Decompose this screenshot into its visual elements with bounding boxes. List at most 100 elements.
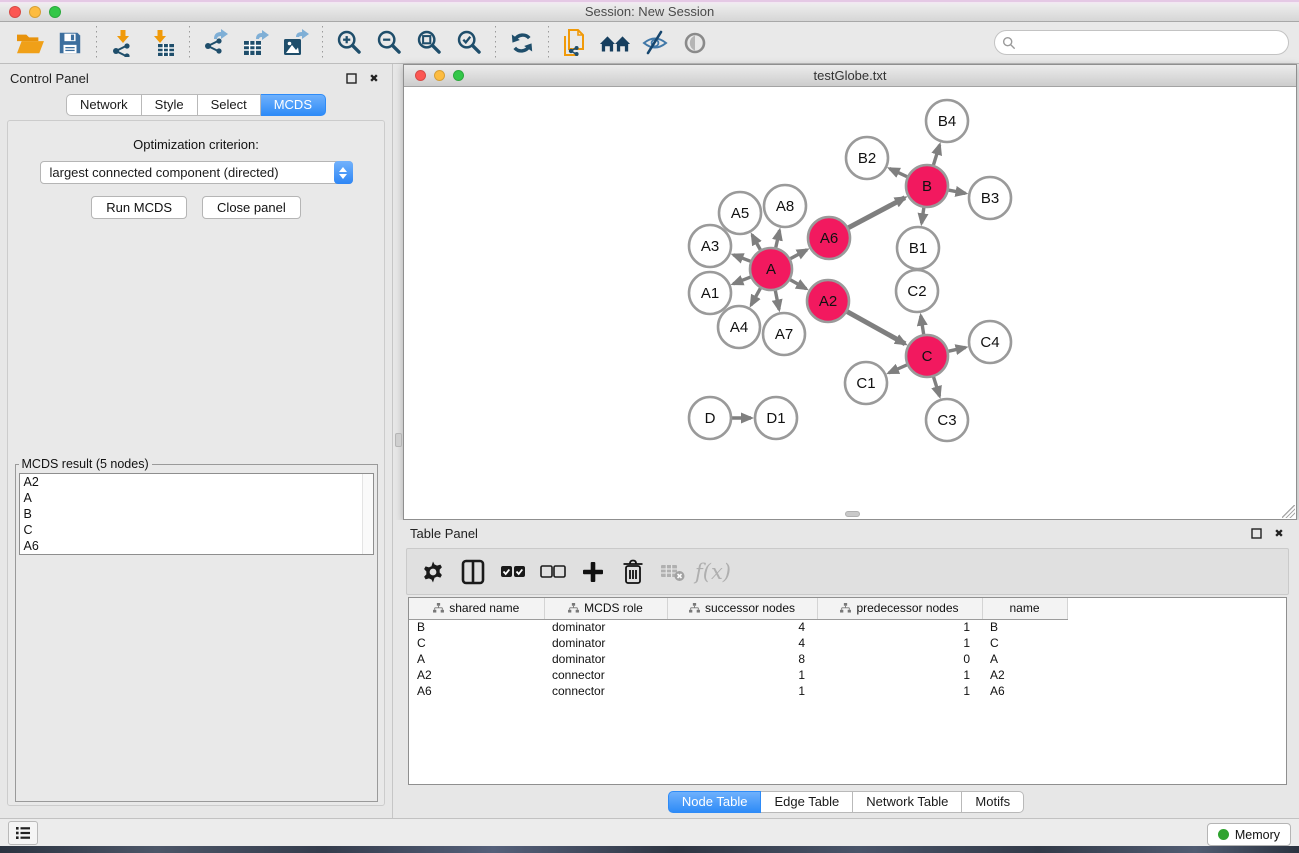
zoom-in-icon[interactable] xyxy=(329,25,369,61)
table-row[interactable]: Adominator80A xyxy=(409,651,1286,667)
cell-shared-name[interactable]: B xyxy=(409,619,544,635)
mcds-list-scrollbar[interactable] xyxy=(362,474,373,554)
network-graph-canvas[interactable]: B4 B2 B B3 A8A5 A6 A3 B1 A A1 C2 A2 A4A7 C4 C C1 D D1 C3 xyxy=(404,88,1296,513)
delete-icon[interactable] xyxy=(615,553,651,591)
cell-name[interactable]: A2 xyxy=(982,667,1067,683)
node-B3[interactable]: B3 xyxy=(969,177,1011,219)
edge-A-A2[interactable] xyxy=(789,279,806,288)
cell-MCDS-role[interactable]: dominator xyxy=(544,651,667,667)
close-panel-icon[interactable]: ✖ xyxy=(366,70,382,86)
edge-A-A7[interactable] xyxy=(775,290,779,310)
cell-name[interactable]: A6 xyxy=(982,683,1067,699)
home-icon[interactable] xyxy=(595,25,635,61)
cell-predecessor-nodes[interactable]: 1 xyxy=(817,683,982,699)
task-history-button[interactable] xyxy=(8,821,38,845)
resize-grip[interactable] xyxy=(1282,505,1295,518)
node-A4[interactable]: A4 xyxy=(718,306,760,348)
mcds-result-list[interactable]: A2ABCA6 xyxy=(19,473,374,555)
node-A7[interactable]: A7 xyxy=(763,313,805,355)
export-image-icon[interactable] xyxy=(276,25,316,61)
table-row[interactable]: A6connector11A6 xyxy=(409,683,1286,699)
node-A6[interactable]: A6 xyxy=(808,217,850,259)
cell-MCDS-role[interactable]: connector xyxy=(544,667,667,683)
edge-A-A3[interactable] xyxy=(733,255,751,262)
tab-network[interactable]: Network xyxy=(66,94,142,116)
gear-icon[interactable] xyxy=(415,553,451,591)
node-B1[interactable]: B1 xyxy=(897,227,939,269)
zoom-selected-icon[interactable] xyxy=(449,25,489,61)
cell-predecessor-nodes[interactable]: 0 xyxy=(817,651,982,667)
node-C2[interactable]: C2 xyxy=(896,270,938,312)
cell-predecessor-nodes[interactable]: 1 xyxy=(817,667,982,683)
zoom-out-icon[interactable] xyxy=(369,25,409,61)
cell-MCDS-role[interactable]: dominator xyxy=(544,619,667,635)
run-mcds-button[interactable]: Run MCDS xyxy=(91,196,187,219)
show-eye-icon[interactable] xyxy=(675,25,715,61)
select-all-icon[interactable] xyxy=(495,553,531,591)
cell-shared-name[interactable]: C xyxy=(409,635,544,651)
tab-style[interactable]: Style xyxy=(142,94,198,116)
node-A3[interactable]: A3 xyxy=(689,225,731,267)
criterion-dropdown[interactable]: largest connected component (directed) xyxy=(40,161,353,184)
node-D[interactable]: D xyxy=(689,397,731,439)
cell-predecessor-nodes[interactable]: 1 xyxy=(817,619,982,635)
node-B[interactable]: B xyxy=(906,165,948,207)
node-C1[interactable]: C1 xyxy=(845,362,887,404)
node-A1[interactable]: A1 xyxy=(689,272,731,314)
edge-A-A6[interactable] xyxy=(790,250,807,259)
cell-name[interactable]: B xyxy=(982,619,1067,635)
save-icon[interactable] xyxy=(50,25,90,61)
column-header-name[interactable]: name xyxy=(982,598,1067,619)
edge-C-C1[interactable] xyxy=(889,364,908,372)
tab-network-table[interactable]: Network Table xyxy=(853,791,962,813)
deselect-all-icon[interactable] xyxy=(535,553,571,591)
table-float-panel-icon[interactable] xyxy=(1248,526,1264,542)
mcds-result-item[interactable]: A xyxy=(20,490,373,506)
node-B2[interactable]: B2 xyxy=(846,137,888,179)
mcds-result-item[interactable]: A6 xyxy=(20,538,373,554)
cell-successor-nodes[interactable]: 1 xyxy=(667,683,817,699)
cell-shared-name[interactable]: A6 xyxy=(409,683,544,699)
memory-button[interactable]: Memory xyxy=(1207,823,1291,846)
column-header-successor-nodes[interactable]: successor nodes xyxy=(667,598,817,619)
network-file-icon[interactable] xyxy=(555,25,595,61)
cell-name[interactable]: A xyxy=(982,651,1067,667)
node-A2[interactable]: A2 xyxy=(807,280,849,322)
cell-successor-nodes[interactable]: 1 xyxy=(667,667,817,683)
table-row[interactable]: A2connector11A2 xyxy=(409,667,1286,683)
edge-A-A8[interactable] xyxy=(776,230,780,248)
table-row[interactable]: Bdominator41B xyxy=(409,619,1286,635)
cell-name[interactable]: C xyxy=(982,635,1067,651)
add-icon[interactable] xyxy=(575,553,611,591)
cell-shared-name[interactable]: A2 xyxy=(409,667,544,683)
edge-C-C3[interactable] xyxy=(933,376,939,396)
cell-successor-nodes[interactable]: 4 xyxy=(667,635,817,651)
cell-successor-nodes[interactable]: 8 xyxy=(667,651,817,667)
mcds-result-item[interactable]: A2 xyxy=(20,474,373,490)
node-C[interactable]: C xyxy=(906,335,948,377)
export-table-icon[interactable] xyxy=(236,25,276,61)
tab-mcds[interactable]: MCDS xyxy=(261,94,326,116)
float-panel-icon[interactable] xyxy=(343,70,359,86)
edge-B-B2[interactable] xyxy=(890,169,908,178)
cell-shared-name[interactable]: A xyxy=(409,651,544,667)
refresh-icon[interactable] xyxy=(502,25,542,61)
search-input[interactable] xyxy=(1016,33,1288,53)
cell-predecessor-nodes[interactable]: 1 xyxy=(817,635,982,651)
node-B4[interactable]: B4 xyxy=(926,100,968,142)
edge-A-A1[interactable] xyxy=(733,277,751,284)
cell-MCDS-role[interactable]: dominator xyxy=(544,635,667,651)
mcds-result-item[interactable]: C xyxy=(20,522,373,538)
column-header-MCDS-role[interactable]: MCDS role xyxy=(544,598,667,619)
node-A5[interactable]: A5 xyxy=(719,192,761,234)
edge-A-A4[interactable] xyxy=(751,287,761,305)
vertical-scrollbar-thumb[interactable] xyxy=(395,433,402,447)
node-C4[interactable]: C4 xyxy=(969,321,1011,363)
table-row[interactable]: Cdominator41C xyxy=(409,635,1286,651)
node-A[interactable]: A xyxy=(750,248,792,290)
cell-MCDS-role[interactable]: connector xyxy=(544,683,667,699)
node-D1[interactable]: D1 xyxy=(755,397,797,439)
edge-B-B1[interactable] xyxy=(922,207,924,223)
node-C3[interactable]: C3 xyxy=(926,399,968,441)
node-A8[interactable]: A8 xyxy=(764,185,806,227)
